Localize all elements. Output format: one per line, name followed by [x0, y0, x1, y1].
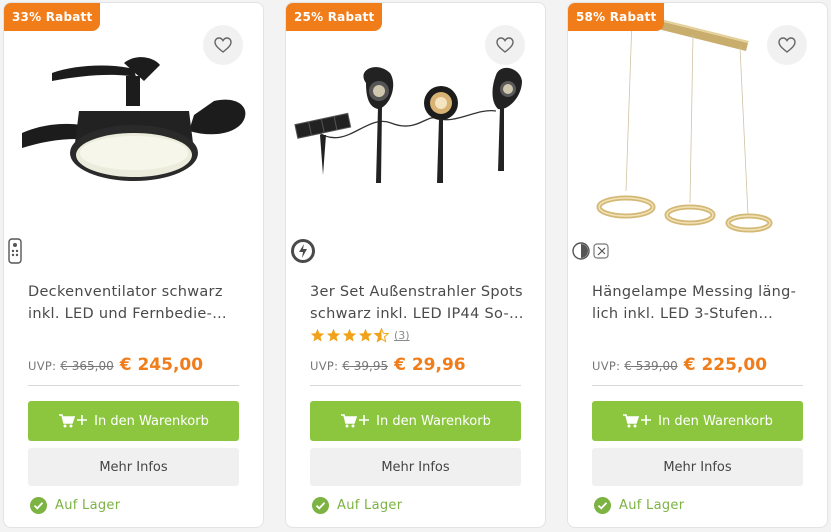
feature-icons	[290, 237, 316, 265]
heart-icon	[778, 37, 796, 53]
heart-icon	[496, 37, 514, 53]
star-full-icon	[310, 328, 325, 342]
product-card[interactable]: 33% Rabatt Deckenventilator schwarz inkl…	[3, 2, 264, 528]
add-to-cart-button[interactable]: In den Warenkorb	[28, 401, 239, 441]
uvp-price: € 365,00	[60, 359, 114, 373]
uvp-price: € 39,95	[342, 359, 389, 373]
uvp-label: UVP:	[28, 359, 57, 373]
price-row: UVP: € 39,95 € 29,96	[310, 355, 466, 375]
check-circle-icon	[312, 497, 329, 514]
wishlist-button[interactable]	[203, 25, 243, 65]
wishlist-button[interactable]	[485, 25, 525, 65]
dimmable-icon	[572, 242, 590, 260]
add-to-cart-label: In den Warenkorb	[658, 413, 773, 429]
more-info-button[interactable]: Mehr Infos	[310, 448, 521, 486]
discount-badge: 33% Rabatt	[4, 3, 101, 31]
product-title[interactable]: Hängelampe Messing läng- lich inkl. LED …	[592, 281, 810, 325]
star-full-icon	[326, 328, 341, 342]
stock-status: Auf Lager	[594, 497, 684, 514]
check-circle-icon	[594, 497, 611, 514]
star-full-icon	[342, 328, 357, 342]
product-card[interactable]: 58% Rabatt Hängelampe Messing läng- lich…	[567, 2, 828, 528]
product-grid: 33% Rabatt Deckenventilator schwarz inkl…	[0, 0, 831, 532]
add-to-cart-button[interactable]: In den Warenkorb	[592, 401, 803, 441]
price-row: UVP: € 539,00 € 225,00	[592, 355, 767, 375]
divider	[592, 385, 803, 386]
rating[interactable]: (3)	[310, 328, 410, 343]
uvp-label: UVP:	[592, 359, 621, 373]
divider	[28, 385, 239, 386]
add-to-cart-label: In den Warenkorb	[376, 413, 491, 429]
more-info-label: Mehr Infos	[381, 459, 450, 475]
wishlist-button[interactable]	[767, 25, 807, 65]
rating-count[interactable]: (3)	[394, 329, 410, 342]
divider	[310, 385, 521, 386]
sale-price: € 225,00	[683, 355, 768, 375]
add-to-cart-button[interactable]: In den Warenkorb	[310, 401, 521, 441]
sale-price: € 245,00	[119, 355, 204, 375]
smart-icon	[593, 243, 609, 259]
stock-status: Auf Lager	[312, 497, 402, 514]
energy-icon	[291, 239, 315, 263]
stock-label: Auf Lager	[55, 498, 121, 513]
feature-icons	[572, 237, 610, 265]
sale-price: € 29,96	[394, 355, 466, 375]
product-title[interactable]: Deckenventilator schwarz inkl. LED und F…	[28, 281, 246, 325]
uvp-label: UVP:	[310, 359, 339, 373]
price-row: UVP: € 365,00 € 245,00	[28, 355, 203, 375]
stock-status: Auf Lager	[30, 497, 120, 514]
heart-icon	[214, 37, 232, 53]
more-info-button[interactable]: Mehr Infos	[592, 448, 803, 486]
cart-plus-icon	[59, 414, 88, 428]
stock-label: Auf Lager	[619, 498, 685, 513]
stock-label: Auf Lager	[337, 498, 403, 513]
star-half-icon	[374, 328, 389, 343]
more-info-label: Mehr Infos	[663, 459, 732, 475]
star-full-icon	[358, 328, 373, 342]
more-info-button[interactable]: Mehr Infos	[28, 448, 239, 486]
check-circle-icon	[30, 497, 47, 514]
product-card[interactable]: 25% Rabatt 3er Set Außenstrahler Spots s…	[285, 2, 546, 528]
cart-plus-icon	[341, 414, 370, 428]
discount-badge: 25% Rabatt	[286, 3, 383, 31]
more-info-label: Mehr Infos	[99, 459, 168, 475]
product-title[interactable]: 3er Set Außenstrahler Spots schwarz inkl…	[310, 281, 528, 325]
remote-control-icon	[8, 238, 22, 264]
cart-plus-icon	[623, 414, 652, 428]
uvp-price: € 539,00	[624, 359, 678, 373]
discount-badge: 58% Rabatt	[568, 3, 665, 31]
add-to-cart-label: In den Warenkorb	[94, 413, 209, 429]
feature-icons	[8, 237, 22, 265]
